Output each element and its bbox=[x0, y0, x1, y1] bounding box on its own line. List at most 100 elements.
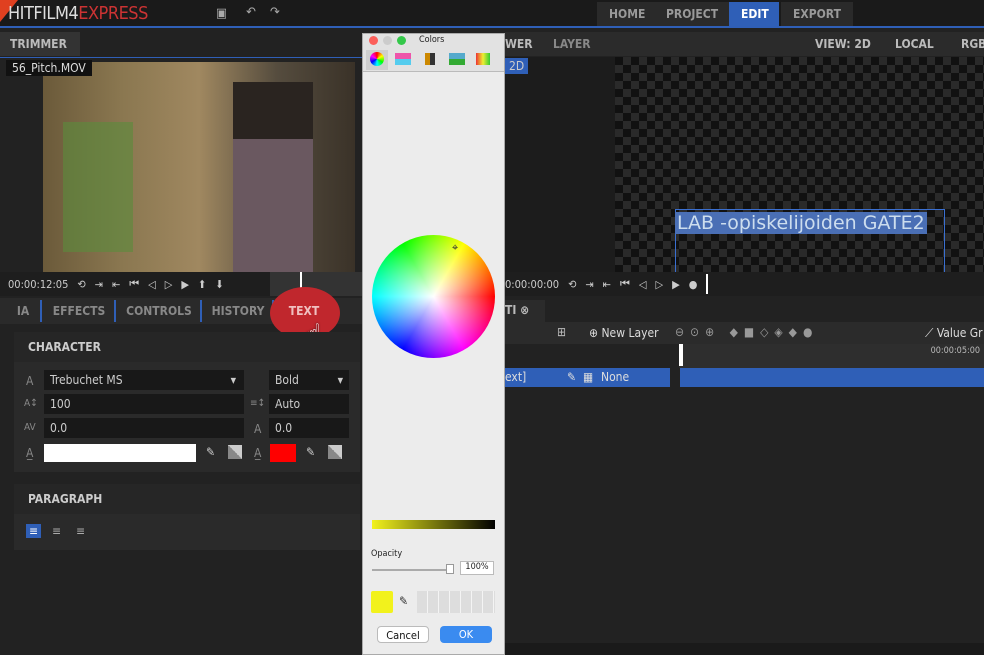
crayons-mode-icon[interactable] bbox=[476, 53, 490, 65]
channel-select[interactable]: RGB bbox=[961, 37, 984, 51]
style-select[interactable]: Bold ▾ bbox=[269, 370, 349, 390]
ok-button[interactable]: OK bbox=[440, 626, 492, 643]
nav-edit[interactable]: EDIT bbox=[729, 2, 779, 26]
minimize-window-button[interactable] bbox=[383, 36, 392, 45]
colors-dialog: Colors ⌖ Opacity 100% ✎ Cancel OK bbox=[362, 33, 505, 655]
in-point-icon[interactable]: ⇥ bbox=[585, 278, 593, 291]
align-center-icon[interactable]: ≡ bbox=[52, 524, 61, 538]
fill-transparency-icon[interactable] bbox=[228, 445, 242, 459]
new-layer-button[interactable]: ⊕ New Layer bbox=[589, 326, 659, 340]
playhead[interactable] bbox=[679, 344, 683, 366]
redo-icon[interactable]: ↷ bbox=[270, 5, 280, 20]
out-point-icon[interactable]: ⇤ bbox=[603, 278, 611, 291]
fill-eyedropper-icon[interactable]: ✎ bbox=[206, 445, 215, 459]
eyedropper-icon[interactable]: ✎ bbox=[399, 594, 408, 608]
selected-color-swatch bbox=[371, 591, 393, 613]
tab-media[interactable]: IA bbox=[6, 300, 42, 322]
color-picker-crosshair-icon[interactable]: ⌖ bbox=[452, 241, 458, 255]
layer-row[interactable]: ext] ✎ ▦ None bbox=[505, 368, 670, 387]
trimmer-filename: 56_Pitch.MOV bbox=[6, 60, 92, 76]
loop-icon[interactable]: ⟲ bbox=[77, 278, 85, 291]
viewer-canvas[interactable]: LAB -opiskelijoiden GATE2 bbox=[615, 57, 984, 272]
timeline-tab[interactable]: TI ⊗ bbox=[505, 300, 545, 322]
view-mode-select[interactable]: VIEW: 2D bbox=[815, 37, 871, 51]
step-back-icon[interactable]: ◁ bbox=[639, 278, 647, 291]
viewer-playhead[interactable] bbox=[706, 274, 709, 294]
color-swatches[interactable] bbox=[417, 591, 495, 613]
close-icon[interactable]: ⊗ bbox=[520, 303, 529, 317]
add-media-icon[interactable]: ⊞ bbox=[557, 325, 566, 339]
tracking-stepper[interactable]: 0.0 bbox=[44, 418, 244, 438]
opacity-input[interactable]: 100% bbox=[460, 561, 494, 575]
mask-icon[interactable]: ▦ bbox=[583, 370, 593, 384]
trimmer-title: TRIMMER bbox=[0, 32, 80, 56]
out-point-icon[interactable]: ⇤ bbox=[112, 278, 120, 291]
value-graph-button[interactable]: ⟋ Value Gr bbox=[925, 326, 983, 341]
brightness-slider[interactable] bbox=[372, 520, 495, 529]
skip-start-icon[interactable]: ⏮ bbox=[129, 277, 139, 291]
keyframe-controls[interactable]: ⊖⊙⊕ ◆■◇◈◆● bbox=[675, 325, 818, 339]
opacity-slider[interactable] bbox=[372, 564, 454, 574]
viewer-timecode: 0:00:00:00 bbox=[505, 277, 560, 291]
layer-clip-bar[interactable] bbox=[680, 368, 984, 387]
tab-layer[interactable]: LAYER bbox=[553, 37, 591, 51]
skip-start-icon[interactable]: ⏮ bbox=[620, 277, 630, 291]
dialog-title: Colors bbox=[419, 35, 445, 45]
color-palettes-mode-icon[interactable] bbox=[425, 53, 435, 65]
nav-export[interactable]: EXPORT bbox=[781, 2, 853, 26]
loop-icon[interactable]: ⟲ bbox=[568, 278, 576, 291]
space-select[interactable]: LOCAL bbox=[895, 37, 934, 51]
tab-viewer[interactable]: WER bbox=[505, 37, 533, 51]
viewer-controls: 0:00:00:00 ⟲ ⇥ ⇤ ⏮ ◁ ▷ ▶ ● bbox=[505, 272, 984, 296]
zoom-window-button[interactable] bbox=[397, 36, 406, 45]
nav-home[interactable]: HOME bbox=[597, 2, 658, 26]
step-forward-icon[interactable]: ▷ bbox=[165, 278, 173, 291]
in-point-icon[interactable]: ⇥ bbox=[95, 278, 103, 291]
play-icon[interactable]: ▶ bbox=[181, 278, 189, 291]
color-wheel-mode-icon[interactable] bbox=[370, 52, 384, 66]
time-ruler[interactable]: 00:00:05:00 bbox=[679, 344, 984, 368]
save-icon[interactable]: ▣ bbox=[216, 6, 227, 21]
trimmer-timecode: 00:00:12:05 bbox=[8, 277, 69, 291]
image-palettes-mode-icon[interactable] bbox=[449, 53, 465, 65]
stroke-eyedropper-icon[interactable]: ✎ bbox=[306, 445, 315, 459]
align-left-icon[interactable]: ≡ bbox=[26, 524, 42, 538]
stroke-transparency-icon[interactable] bbox=[328, 445, 342, 459]
stroke-icon: A̲ bbox=[254, 446, 262, 460]
opacity-label: Opacity bbox=[371, 549, 403, 559]
tab-controls[interactable]: CONTROLS bbox=[118, 300, 202, 322]
tab-effects[interactable]: EFFECTS bbox=[44, 300, 116, 322]
leading-stepper[interactable]: Auto bbox=[269, 394, 349, 414]
font-size-stepper[interactable]: 100 bbox=[44, 394, 244, 414]
step-back-icon[interactable]: ◁ bbox=[148, 278, 156, 291]
leading-icon: ≡↕ bbox=[250, 398, 266, 409]
color-wheel[interactable]: ⌖ bbox=[372, 235, 495, 358]
cancel-button[interactable]: Cancel bbox=[377, 626, 429, 643]
step-forward-icon[interactable]: ▷ bbox=[656, 278, 664, 291]
undo-icon[interactable]: ↶ bbox=[246, 5, 256, 20]
insert-icon[interactable]: ⬆ bbox=[198, 278, 206, 291]
fill-color-swatch[interactable] bbox=[44, 444, 196, 462]
record-icon[interactable]: ● bbox=[689, 278, 698, 291]
close-window-button[interactable] bbox=[369, 36, 378, 45]
top-bar: HITFILM4EXPRESS ▣ ↶ ↷ HOME PROJECT EDIT … bbox=[0, 0, 984, 28]
blend-mode-select[interactable]: None bbox=[601, 370, 629, 384]
baseline-stepper[interactable]: 0.0 bbox=[269, 418, 349, 438]
stroke-color-swatch[interactable] bbox=[270, 444, 296, 462]
logo: HITFILM4EXPRESS bbox=[8, 3, 148, 24]
timeline-panel: TI ⊗ ⊞ ⊕ New Layer ⊖⊙⊕ ◆■◇◈◆● ⟋ Value Gr… bbox=[505, 298, 984, 655]
font-size-icon: A↕ bbox=[24, 398, 38, 409]
nav-project[interactable]: PROJECT bbox=[654, 2, 731, 26]
tab-text[interactable]: TEXT bbox=[276, 300, 332, 322]
text-layer-content[interactable]: LAB -opiskelijoiden GATE2 bbox=[675, 212, 927, 234]
timeline-scrollbar[interactable] bbox=[505, 643, 984, 655]
edit-icon[interactable]: ✎ bbox=[567, 370, 576, 384]
tab-history[interactable]: HISTORY bbox=[204, 300, 274, 322]
play-icon[interactable]: ▶ bbox=[672, 278, 680, 291]
color-sliders-mode-icon[interactable] bbox=[395, 53, 411, 65]
fill-icon: A̲ bbox=[26, 446, 34, 460]
font-select[interactable]: Trebuchet MS ▾ bbox=[44, 370, 244, 390]
align-right-icon[interactable]: ≡ bbox=[76, 524, 85, 538]
trimmer-panel: TRIMMER 56_Pitch.MOV 00:00:12:05 ⟲ ⇥ ⇤ ⏮ ◁ ▷ ▶… bbox=[0, 32, 362, 298]
overlay-icon[interactable]: ⬇ bbox=[215, 278, 223, 291]
